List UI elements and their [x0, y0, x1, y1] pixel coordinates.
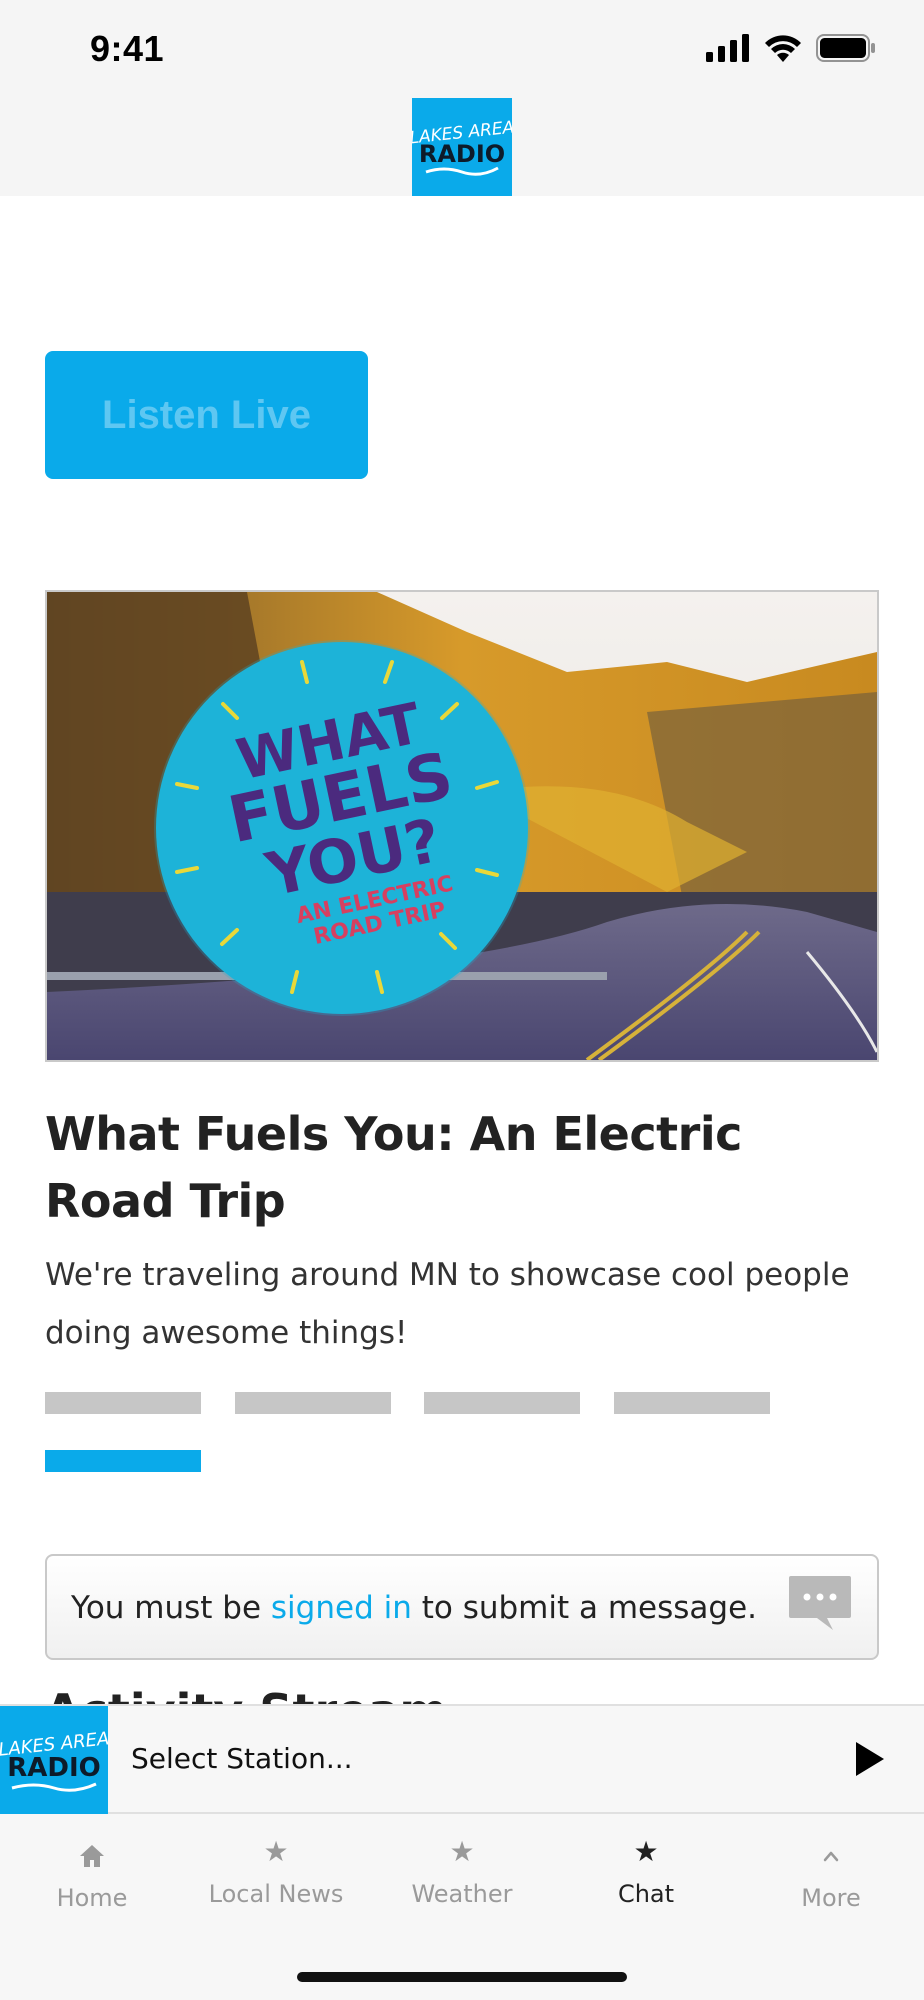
- carousel-dot-1[interactable]: [45, 1392, 201, 1414]
- carousel-dot-5[interactable]: [45, 1450, 201, 1472]
- carousel-indicators: [45, 1392, 805, 1492]
- logo-text-bottom: RADIO: [419, 140, 505, 168]
- play-icon[interactable]: [852, 1740, 886, 1778]
- tab-local-news[interactable]: ★ Local News: [184, 1834, 368, 1934]
- star-icon: ★: [263, 1835, 289, 1868]
- status-time: 9:41: [90, 28, 165, 69]
- home-indicator[interactable]: [297, 1972, 627, 1982]
- road-trip-image: WHAT FUELS YOU? AN ELECTRIC ROAD TRIP: [47, 592, 877, 1060]
- message-signin-box: You must be signed in to submit a messag…: [45, 1554, 879, 1660]
- tab-label-weather: Weather: [411, 1880, 513, 1908]
- signin-link[interactable]: signed in: [271, 1590, 412, 1626]
- section-heading: Activity Stream: [45, 1684, 447, 1704]
- home-icon: [80, 1845, 104, 1867]
- tab-home[interactable]: Home: [0, 1834, 184, 1934]
- feature-image[interactable]: WHAT FUELS YOU? AN ELECTRIC ROAD TRIP: [45, 590, 879, 1062]
- message-prefix: You must be: [71, 1590, 271, 1626]
- article-description: We're traveling around MN to showcase co…: [45, 1257, 850, 1351]
- battery-icon: [816, 34, 875, 62]
- content-area[interactable]: Listen Live WHAT FUELS YOU? AN ELECTRIC …: [0, 196, 924, 1704]
- select-station-label[interactable]: Select Station...: [131, 1742, 353, 1775]
- app-header: LAKES AREA RADIO: [0, 98, 924, 196]
- tab-label-chat: Chat: [617, 1880, 675, 1908]
- player-station-logo: LAKES AREA RADIO: [0, 1706, 108, 1814]
- station-logo[interactable]: LAKES AREA RADIO: [412, 98, 512, 196]
- wifi-icon: [765, 35, 801, 62]
- article-title[interactable]: What Fuels You: An Electric Road Trip: [45, 1101, 885, 1235]
- tab-label-local-news: Local News: [208, 1880, 344, 1908]
- player-logo-bottom: RADIO: [7, 1753, 101, 1783]
- player-bar[interactable]: LAKES AREA RADIO Select Station...: [0, 1704, 924, 1814]
- chevron-up-icon: [823, 1851, 839, 1862]
- status-bar: 9:41: [0, 0, 924, 98]
- status-icons: [706, 34, 876, 62]
- carousel-dot-2[interactable]: [235, 1392, 391, 1414]
- star-icon: ★: [449, 1835, 475, 1868]
- carousel-dot-3[interactable]: [424, 1392, 580, 1414]
- tab-more[interactable]: More: [739, 1834, 923, 1934]
- listen-live-button[interactable]: Listen Live: [45, 351, 368, 479]
- star-icon: ★: [633, 1835, 659, 1868]
- chat-bubble-icon[interactable]: [787, 1574, 853, 1632]
- tab-weather[interactable]: ★ Weather: [370, 1834, 554, 1934]
- message-prompt: You must be signed in to submit a messag…: [71, 1590, 757, 1626]
- tab-label-home: Home: [56, 1884, 128, 1912]
- message-suffix: to submit a message.: [411, 1590, 758, 1626]
- tab-label-more: More: [801, 1884, 861, 1912]
- cellular-signal-icon: [706, 34, 749, 62]
- tab-chat[interactable]: ★ Chat: [554, 1834, 738, 1934]
- carousel-dot-4[interactable]: [614, 1392, 770, 1414]
